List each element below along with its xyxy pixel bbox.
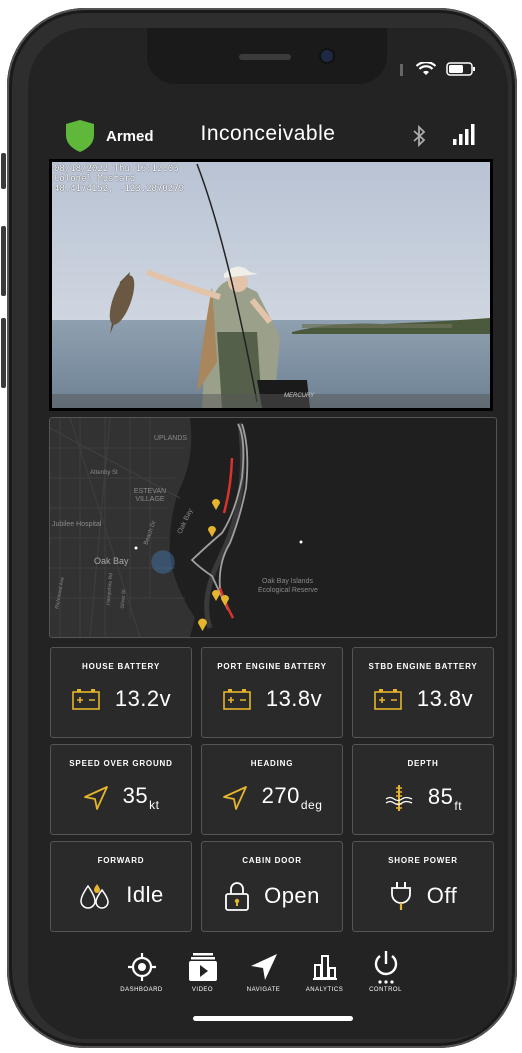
nav-dashboard[interactable]: DASHBOARD bbox=[120, 949, 162, 993]
tile-stbd-engine-battery[interactable]: STBD ENGINE BATTERY 13.8v bbox=[352, 647, 494, 738]
map-label-estevan: ESTEVAN VILLAGE bbox=[133, 488, 167, 503]
map-label-reserve-2: Ecological Reserve bbox=[258, 587, 318, 594]
tile-forward-bilge[interactable]: FORWARD Idle bbox=[50, 841, 192, 932]
video-icon bbox=[188, 953, 217, 981]
tile-speed-over-ground[interactable]: SPEED OVER GROUND 35kt bbox=[50, 744, 192, 835]
tile-port-engine-battery[interactable]: PORT ENGINE BATTERY 13.8v bbox=[201, 647, 343, 738]
nav-control[interactable]: CONTROL bbox=[369, 949, 402, 993]
screen: Armed Inconceivable 08/18/2022 Thu 16:12… bbox=[28, 28, 508, 1039]
tile-title: STBD ENGINE BATTERY bbox=[368, 662, 478, 671]
tile-title: SHORE POWER bbox=[388, 856, 458, 865]
tile-title: DEPTH bbox=[407, 759, 439, 768]
engine-brand-label: MERCURY bbox=[284, 393, 315, 399]
power-icon bbox=[374, 951, 397, 984]
tile-title: HEADING bbox=[250, 759, 294, 768]
signal-strength-icon bbox=[453, 124, 475, 145]
tile-value: 13.2v bbox=[114, 686, 172, 711]
cellular-icon bbox=[400, 64, 403, 76]
map-label-street: Attenby St bbox=[90, 470, 118, 476]
tile-shore-power[interactable]: SHORE POWER Off bbox=[352, 841, 494, 932]
plug-icon bbox=[390, 882, 411, 910]
battery-icon bbox=[374, 689, 402, 710]
bluetooth-icon[interactable] bbox=[411, 124, 427, 148]
nav-label: VIDEO bbox=[191, 987, 214, 993]
crosshair-icon bbox=[127, 953, 156, 981]
battery-status-icon bbox=[446, 62, 475, 76]
notch bbox=[147, 28, 387, 84]
nav-navigate[interactable]: NAVIGATE bbox=[247, 949, 280, 993]
video-overlay-timestamp: 08/18/2022 Thu 16:12:03 Colonel Mustard 48… bbox=[54, 164, 185, 194]
home-indicator[interactable] bbox=[193, 1016, 353, 1021]
tile-value: Idle bbox=[126, 882, 164, 907]
nav-label: CONTROL bbox=[369, 987, 402, 993]
map-canvas bbox=[50, 418, 303, 637]
tile-depth[interactable]: DEPTH 85ft bbox=[352, 744, 494, 835]
map-label-hospital: Jubilee Hospital bbox=[52, 521, 102, 528]
tile-value: 13.8v bbox=[265, 686, 323, 711]
tile-title: FORWARD bbox=[97, 856, 145, 865]
tile-value: 85ft bbox=[427, 783, 463, 813]
tile-value: Open bbox=[264, 883, 320, 908]
tile-title: SPEED OVER GROUND bbox=[69, 759, 173, 768]
phone-frame: Armed Inconceivable 08/18/2022 Thu 16:12… bbox=[1, 8, 517, 1048]
tile-cabin-door[interactable]: CABIN DOOR Open bbox=[201, 841, 343, 932]
tile-value: 270deg bbox=[261, 783, 323, 812]
map-view[interactable]: UPLANDS Attenby St ESTEVAN VILLAGE Jubil… bbox=[49, 417, 497, 638]
map-label-reserve-1: Oak Bay Islands bbox=[262, 578, 313, 585]
tile-house-battery[interactable]: HOUSE BATTERY 13.2v bbox=[50, 647, 192, 738]
navigation-arrow-icon bbox=[83, 785, 108, 810]
volume-up-button bbox=[1, 226, 6, 296]
battery-icon bbox=[72, 689, 100, 710]
bilge-drops-icon bbox=[80, 884, 110, 909]
nav-label: DASHBOARD bbox=[120, 987, 163, 993]
volume-down-button bbox=[1, 318, 6, 388]
video-feed[interactable]: 08/18/2022 Thu 16:12:03 Colonel Mustard 48… bbox=[49, 159, 493, 411]
vessel-name: Inconceivable bbox=[200, 122, 336, 145]
tile-value: Off bbox=[426, 883, 458, 908]
tile-title: HOUSE BATTERY bbox=[82, 662, 160, 671]
navigation-arrow-icon bbox=[222, 785, 247, 810]
wifi-icon bbox=[416, 62, 436, 75]
map-label-uplands: UPLANDS bbox=[154, 435, 188, 442]
system-status bbox=[400, 62, 476, 76]
bar-chart-icon bbox=[312, 955, 337, 980]
tile-value: 13.8v bbox=[416, 686, 474, 711]
app-header: Armed Inconceivable bbox=[28, 112, 508, 156]
nav-label: ANALYTICS bbox=[305, 987, 344, 993]
depth-gauge-icon bbox=[385, 785, 413, 811]
nav-label: NAVIGATE bbox=[246, 987, 281, 993]
navigate-arrow-icon bbox=[250, 954, 277, 980]
tile-title: CABIN DOOR bbox=[242, 856, 302, 865]
padlock-icon bbox=[225, 882, 249, 911]
tile-value: 35kt bbox=[122, 783, 160, 812]
mute-switch bbox=[1, 153, 6, 189]
earpiece-speaker bbox=[239, 54, 291, 60]
video-frame bbox=[52, 162, 490, 408]
front-camera bbox=[321, 50, 333, 62]
tile-title: PORT ENGINE BATTERY bbox=[217, 662, 327, 671]
nav-video[interactable]: VIDEO bbox=[186, 949, 219, 993]
nav-analytics[interactable]: ANALYTICS bbox=[305, 949, 344, 993]
bottom-nav: DASHBOARD VIDEO NAVIGATE ANALYTICS CONTR… bbox=[28, 943, 508, 1039]
map-label-oak-bay: Oak Bay bbox=[94, 556, 129, 566]
tile-heading[interactable]: HEADING 270deg bbox=[201, 744, 343, 835]
battery-icon bbox=[223, 689, 251, 710]
